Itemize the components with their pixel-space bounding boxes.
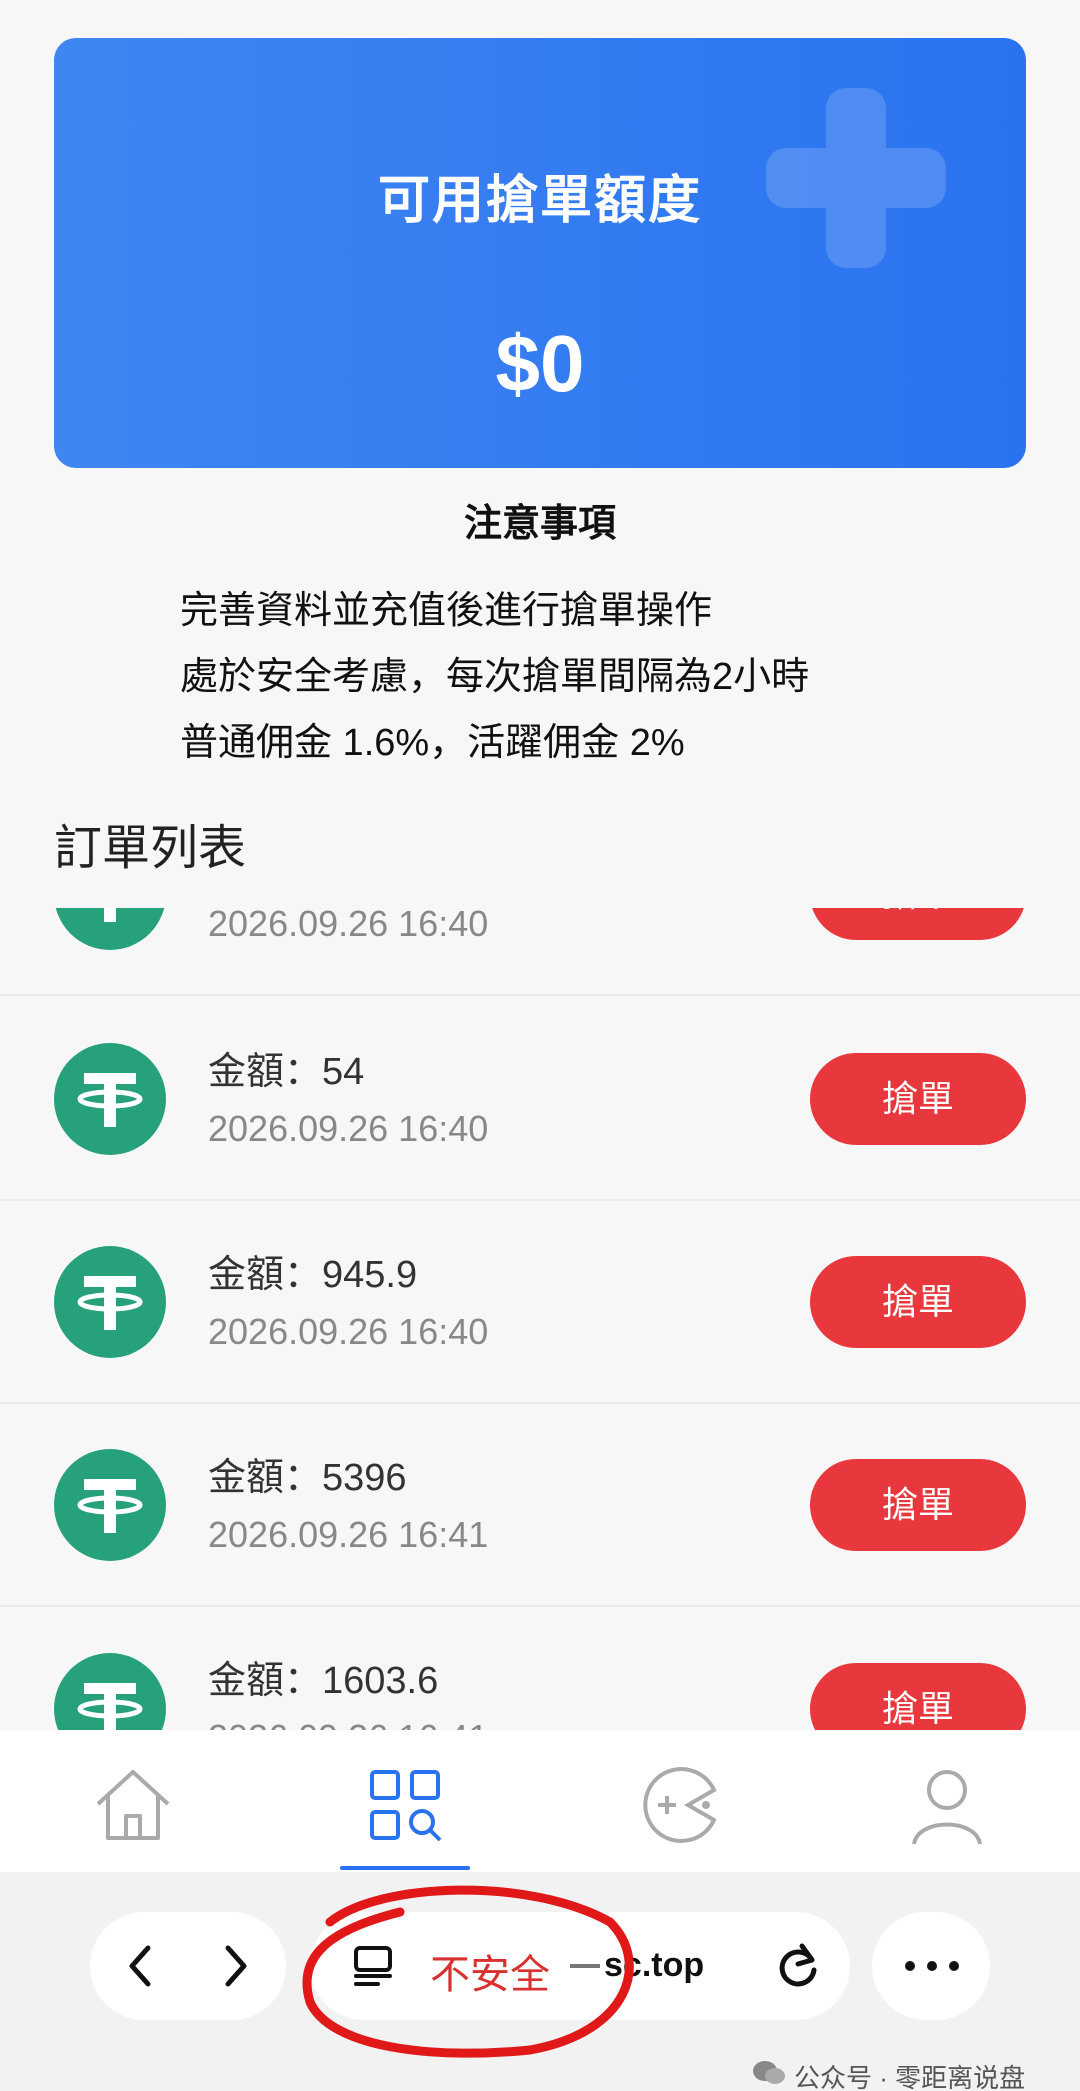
page: 可用搶單額度 $0 注意事項 完善資料並充值後進行搶單操作 處於安全考慮，每次搶…: [0, 0, 1080, 2091]
balance-title: 可用搶單額度: [377, 172, 702, 230]
grab-order-button[interactable]: 搶單: [810, 1052, 1026, 1145]
grab-order-button[interactable]: 搶單: [810, 1458, 1026, 1551]
tabs-icon[interactable]: [350, 1942, 398, 1990]
more-menu-button[interactable]: [872, 1912, 990, 2020]
game-icon[interactable]: [636, 1760, 726, 1850]
notice-line: 完善資料並充值後進行搶單操作: [180, 590, 713, 632]
order-row: 金額：1603.6 2026.09.26 16:41 搶單: [0, 1607, 1080, 1730]
order-amount: 金額：5396: [208, 1457, 407, 1499]
grid-search-icon[interactable]: [360, 1760, 450, 1850]
order-time: 2026.09.26 16:40: [208, 908, 489, 944]
orders-heading: 訂單列表: [54, 822, 247, 875]
order-amount: 金額：54: [208, 1051, 365, 1093]
grab-order-button[interactable]: 搶單: [810, 908, 1026, 940]
tether-icon: [54, 1245, 166, 1358]
tether-icon: [54, 1042, 166, 1155]
order-row: 金額：945.9 2026.09.26 16:40 搶單: [0, 1201, 1080, 1404]
bottom-nav: [0, 1730, 1080, 1872]
address-bar[interactable]: 不安全 sc.top: [310, 1912, 850, 2020]
order-time: 2026.09.26 16:40: [208, 1311, 489, 1352]
url-separator: [570, 1964, 600, 1968]
watermark-text: 公众号 · 零距离说盘: [794, 2063, 1026, 2091]
order-time: 2026.09.26 16:41: [208, 1717, 488, 1730]
insecure-label[interactable]: 不安全: [430, 1942, 550, 2000]
tether-icon: [54, 908, 166, 950]
balance-card: 可用搶單額度 $0: [54, 38, 1026, 468]
order-time: 2026.09.26 16:41: [208, 1514, 489, 1555]
order-list[interactable]: 2026.09.26 16:40 搶單 金額：54 2026.09.26 16:…: [0, 908, 1080, 1730]
grab-order-button[interactable]: 搶單: [810, 1255, 1026, 1348]
browser-nav-group: [90, 1912, 286, 2020]
notice-lines: 完善資料並充值後進行搶單操作 處於安全考慮，每次搶單間隔為2小時 普通佣金 1.…: [180, 578, 809, 776]
order-amount: 金額：945.9: [208, 1254, 418, 1296]
reload-icon[interactable]: [772, 1940, 824, 1992]
tether-icon: [54, 1448, 166, 1561]
grab-order-button[interactable]: 搶單: [810, 1662, 1026, 1730]
more-icon: [905, 1961, 959, 1971]
active-tab-indicator: [340, 1866, 470, 1870]
notice-line: 普通佣金 1.6%，活躍佣金 2%: [180, 722, 685, 764]
notice-line: 處於安全考慮，每次搶單間隔為2小時: [180, 656, 810, 698]
balance-value: $0: [495, 319, 585, 408]
order-row: 金額：54 2026.09.26 16:40 搶單: [0, 998, 1080, 1201]
home-icon[interactable]: [88, 1760, 178, 1850]
url-text[interactable]: sc.top: [604, 1946, 704, 1985]
tether-icon: [54, 1652, 166, 1730]
order-amount: 金額：1603.6: [208, 1660, 439, 1702]
order-row: 金額：5396 2026.09.26 16:41 搶單: [0, 1404, 1080, 1607]
order-time: 2026.09.26 16:40: [208, 1108, 489, 1149]
back-icon[interactable]: [118, 1942, 166, 1990]
forward-icon[interactable]: [210, 1942, 258, 1990]
wechat-icon: [753, 2061, 785, 2084]
notice-title: 注意事項: [463, 503, 616, 545]
order-row: 2026.09.26 16:40 搶單: [0, 908, 1080, 996]
profile-icon[interactable]: [902, 1760, 992, 1850]
